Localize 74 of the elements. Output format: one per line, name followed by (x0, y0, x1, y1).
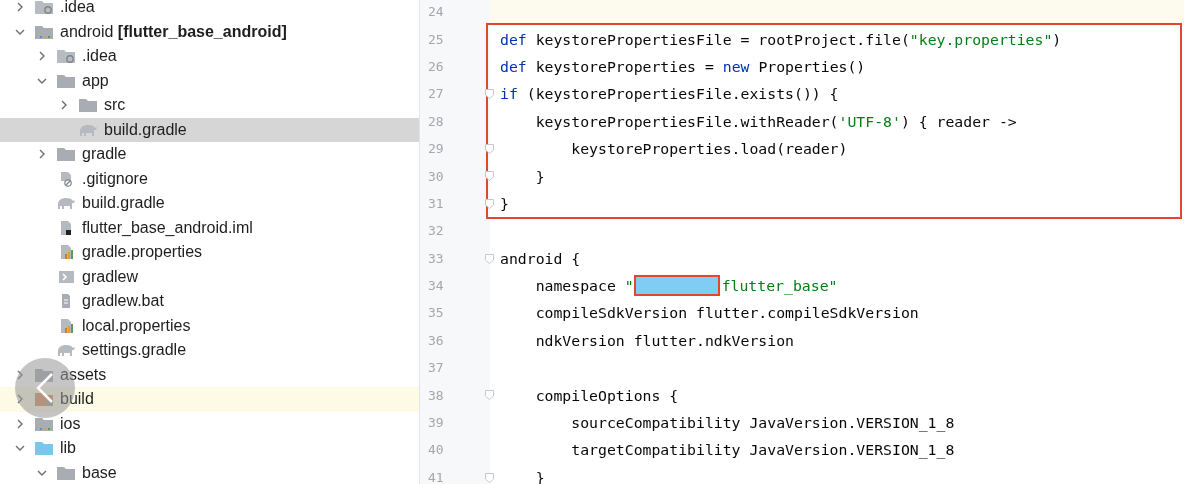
tree-item[interactable]: gradle.properties (0, 240, 419, 265)
folder-icon (56, 464, 76, 481)
elephant-icon (56, 342, 76, 359)
line-number: 28 (427, 113, 444, 129)
line-number: 31 (427, 195, 444, 211)
fold-marker-icon[interactable] (485, 390, 494, 401)
line-number: 26 (427, 58, 444, 74)
tree-item[interactable]: build.gradle (0, 117, 419, 142)
code-line: def keystorePropertiesFile = rootProject.file("key.properties") (500, 29, 1063, 50)
line-number: 35 (427, 305, 444, 321)
tree-item[interactable]: .gitignore (0, 166, 419, 191)
code-line: keystoreProperties.load(reader) (570, 139, 849, 160)
tree-item[interactable]: gradlew.bat (0, 289, 419, 314)
tree-item[interactable]: build.gradle (0, 191, 419, 216)
fold-marker-icon[interactable] (485, 253, 494, 264)
module-folder-icon (34, 415, 54, 432)
code-line: } (534, 166, 546, 187)
folder-icon (56, 72, 76, 89)
tree-item[interactable]: lib (0, 436, 419, 461)
terminal-icon (56, 268, 76, 285)
code-line: if (keystorePropertiesFile.exists()) { (500, 84, 840, 105)
code-line: targetCompatibility JavaVersion.VERSION_1_8 (570, 440, 956, 461)
folder-gear-icon (56, 48, 76, 65)
folder-icon (78, 97, 98, 114)
line-number: 25 (427, 31, 444, 47)
line-number: 39 (427, 415, 444, 431)
tree-item[interactable]: src (0, 93, 419, 118)
code-line: namespace " flutter_base" (534, 274, 839, 299)
line-number: 24 (427, 4, 444, 20)
elephant-icon (56, 195, 76, 212)
line-number: 29 (427, 141, 444, 157)
fold-marker-icon[interactable] (485, 89, 494, 100)
chevron-left-icon (34, 371, 56, 405)
line-number: 41 (427, 469, 444, 484)
code-line: def keystoreProperties = new Properties() (500, 56, 867, 77)
line-number: 27 (427, 86, 444, 102)
fold-marker-icon[interactable] (485, 198, 494, 209)
code-line: sourceCompatibility JavaVersion.VERSION_1_8 (570, 413, 956, 434)
tree-item[interactable]: base (0, 460, 419, 484)
tree-item[interactable]: settings.gradle (0, 338, 419, 363)
code-line: } (500, 193, 510, 214)
line-number: 40 (427, 442, 444, 458)
tree-item[interactable]: gradlew (0, 264, 419, 289)
tree-item[interactable]: android [flutter_base_android] (0, 19, 419, 44)
code-line: keystorePropertiesFile.withReader('UTF-8') { reader -> (534, 111, 1018, 132)
folder-gear-icon (34, 0, 54, 16)
folder-gear-icon (34, 391, 54, 408)
line-number: 37 (427, 360, 444, 376)
fold-marker-icon[interactable] (485, 472, 494, 483)
tree-item[interactable]: gradle (0, 142, 419, 167)
line-number: 33 (427, 250, 444, 266)
code-line: compileOptions { (534, 385, 680, 406)
folder-icon (56, 146, 76, 163)
tree-item[interactable]: build (0, 387, 419, 412)
module-folder-icon (34, 23, 54, 40)
code-line: android { (500, 248, 582, 269)
tree-item[interactable]: assets (0, 362, 419, 387)
line-number: 30 (427, 168, 444, 184)
tree-item[interactable]: app (0, 68, 419, 93)
fold-marker-icon[interactable] (485, 171, 494, 182)
folder-icon (34, 440, 54, 457)
line-number: 38 (427, 387, 444, 403)
code-line: ndkVersion flutter.ndkVersion (534, 330, 795, 351)
tree-item[interactable]: ios (0, 411, 419, 436)
code-line: compileSdkVersion flutter.compileSdkVersion (534, 303, 920, 324)
line-number: 34 (427, 278, 444, 294)
fold-marker-icon[interactable] (485, 143, 494, 154)
tree-item[interactable]: .idea (0, 44, 419, 69)
tree-item[interactable]: local.properties (0, 313, 419, 338)
tree-item[interactable]: flutter_base_android.iml (0, 215, 419, 240)
line-number: 36 (427, 332, 444, 348)
tree-item[interactable]: .idea (0, 0, 419, 20)
folder-icon (34, 366, 54, 383)
line-number: 32 (427, 223, 444, 239)
